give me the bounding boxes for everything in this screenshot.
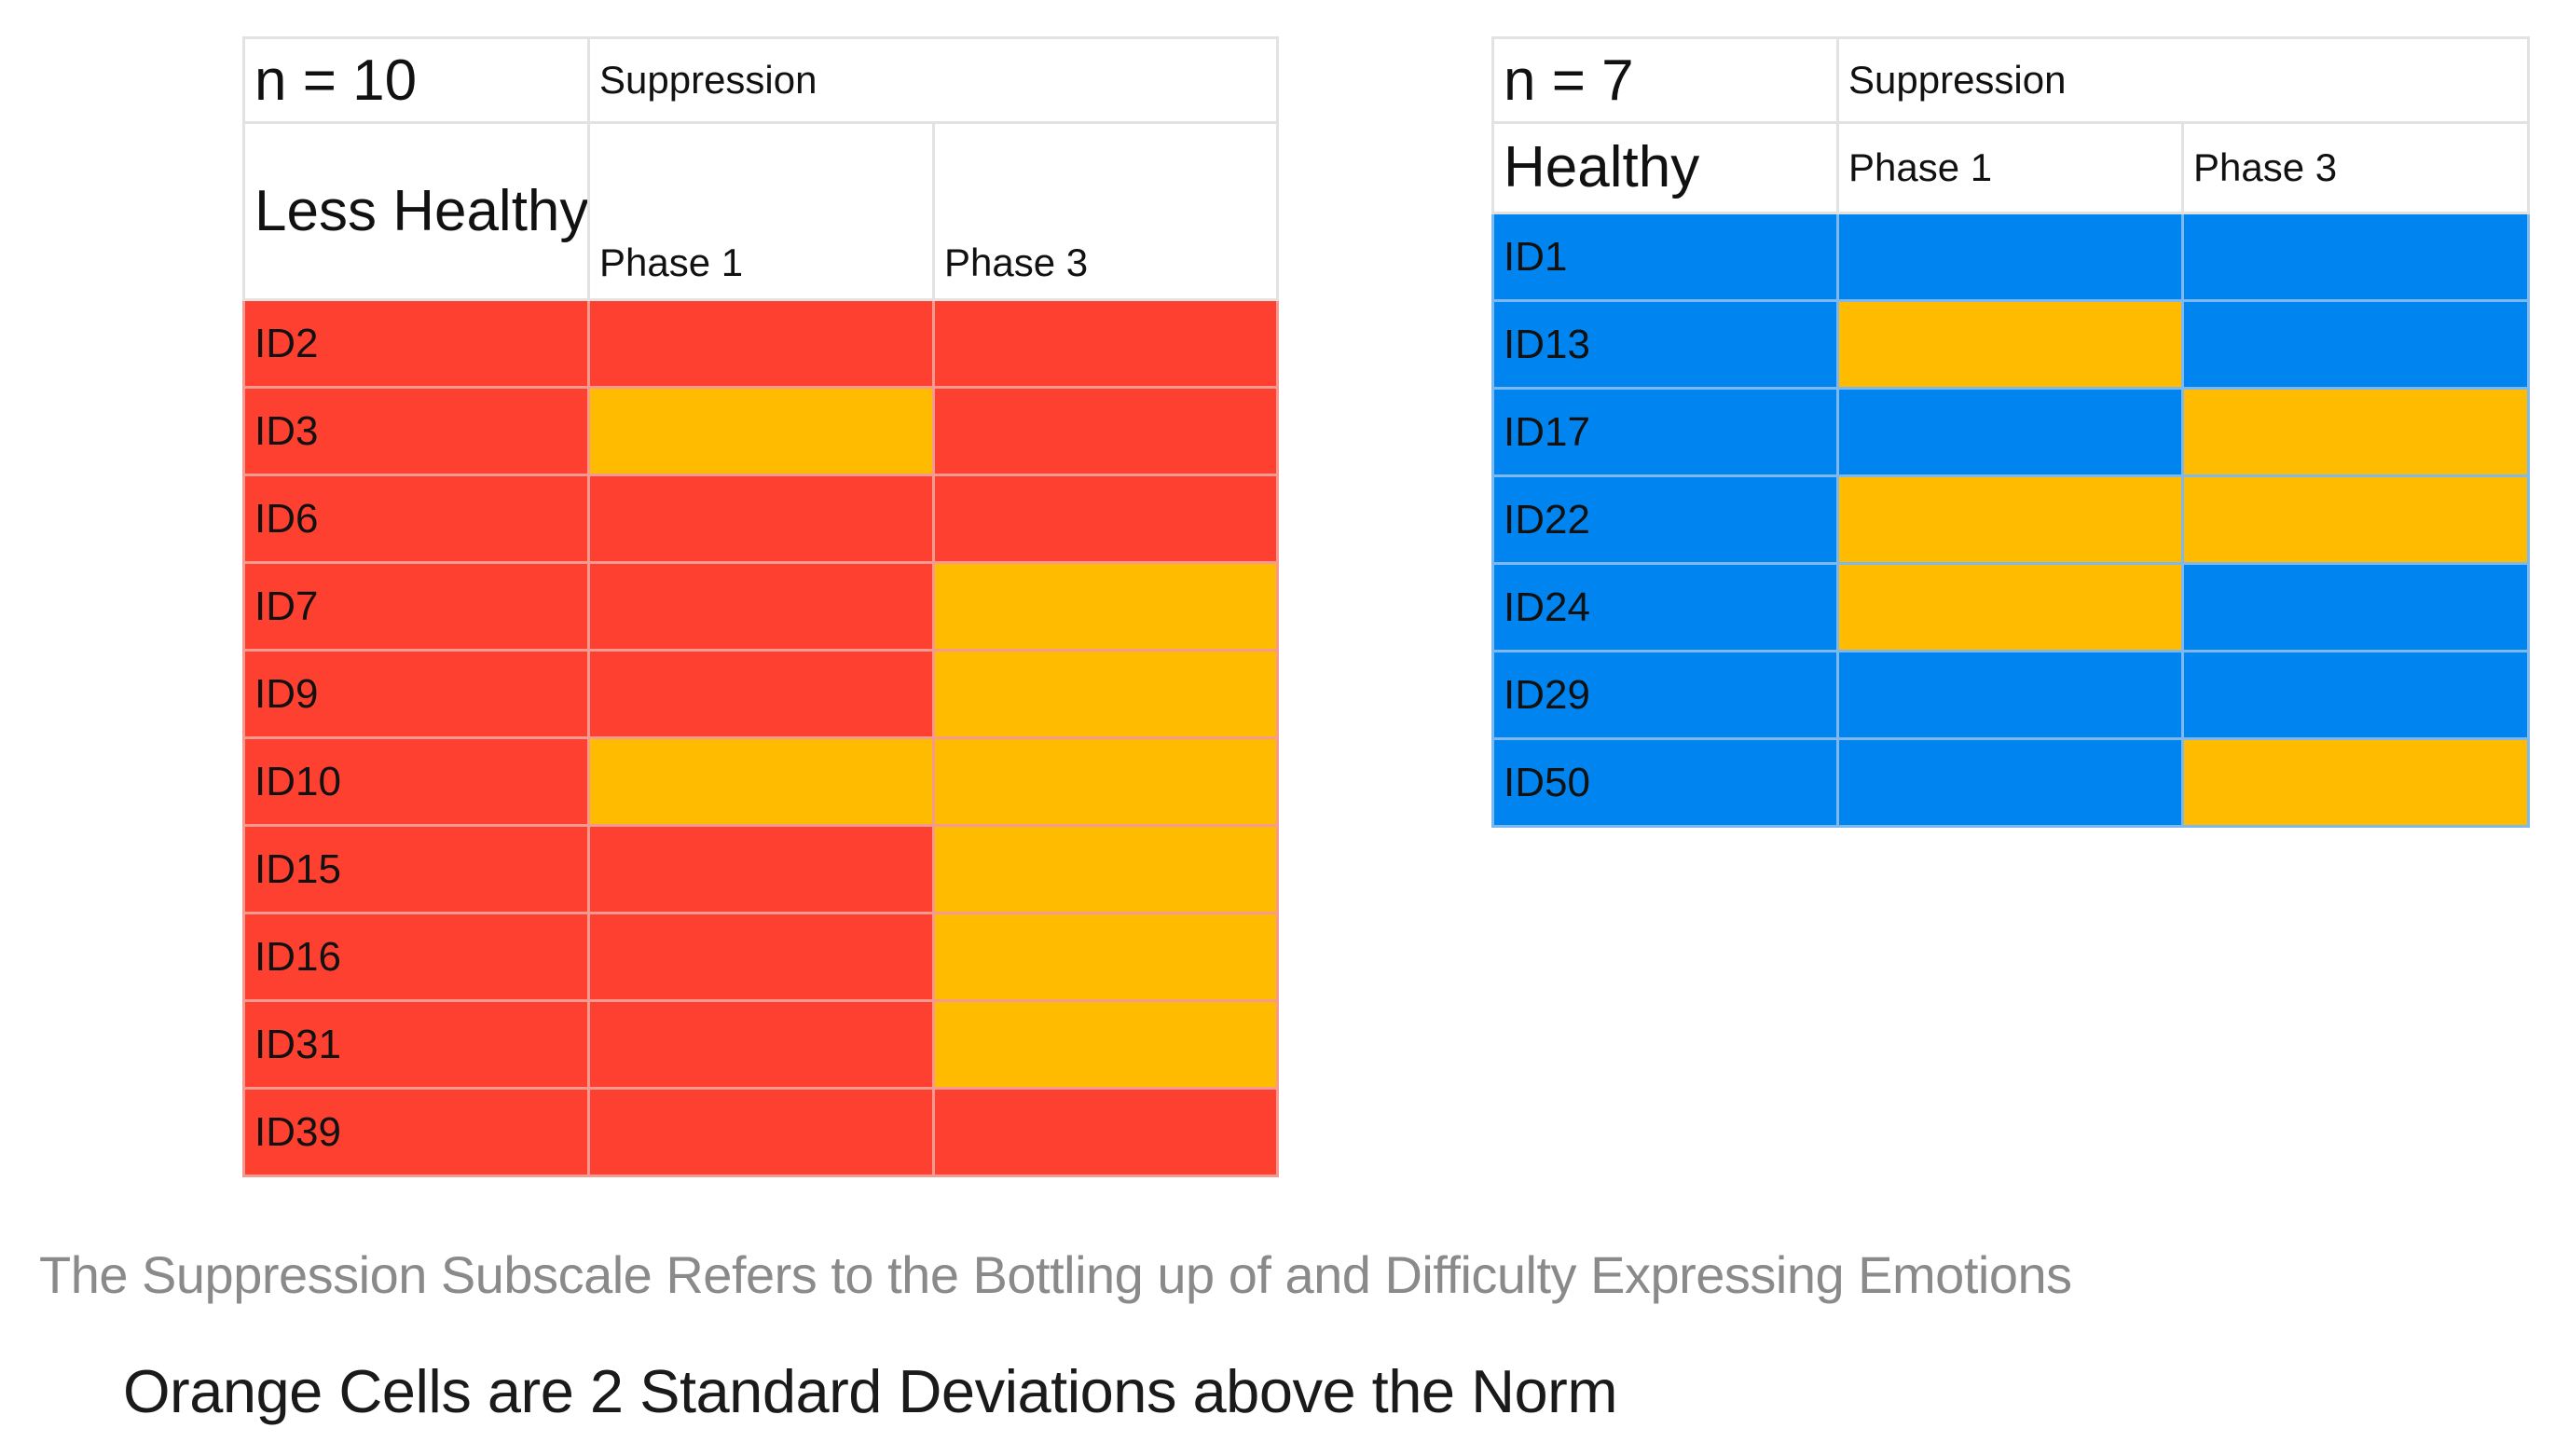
phase3-cell xyxy=(2180,299,2531,390)
phase1-header: Phase 1 xyxy=(587,121,935,301)
phase1-cell xyxy=(587,386,935,476)
participant-id: ID24 xyxy=(1491,562,1839,652)
table-row: ID2 xyxy=(242,298,1280,389)
phase3-cell xyxy=(2180,387,2531,477)
table-row: ID13 xyxy=(1491,299,2531,390)
table-row: ID3 xyxy=(242,386,1280,476)
participant-id: ID9 xyxy=(242,649,590,739)
phase3-cell xyxy=(2180,474,2531,565)
phase1-cell xyxy=(1836,212,2184,302)
phase3-cell xyxy=(931,386,1280,476)
participant-id: ID10 xyxy=(242,736,590,827)
phase1-cell xyxy=(587,824,935,914)
participant-id: ID29 xyxy=(1491,650,1839,740)
participant-id: ID50 xyxy=(1491,737,1839,828)
participant-id: ID1 xyxy=(1491,212,1839,302)
table-row: ID15 xyxy=(242,824,1280,914)
participant-id: ID22 xyxy=(1491,474,1839,565)
n-label: n = 10 xyxy=(242,36,590,124)
table-row: ID1 xyxy=(1491,212,2531,302)
table-row: ID16 xyxy=(242,912,1280,1002)
phase1-cell xyxy=(587,1087,935,1177)
participant-id: ID31 xyxy=(242,999,590,1090)
participant-id: ID7 xyxy=(242,561,590,652)
table-row: ID39 xyxy=(242,1087,1280,1177)
measure-header: Suppression xyxy=(1835,36,2531,124)
participant-id: ID39 xyxy=(242,1087,590,1177)
phase1-cell xyxy=(1836,299,2184,390)
phase3-cell xyxy=(931,649,1280,739)
phase3-cell xyxy=(931,474,1280,564)
participant-id: ID17 xyxy=(1491,387,1839,477)
phase3-cell xyxy=(931,912,1280,1002)
phase3-cell xyxy=(2180,562,2531,652)
participant-id: ID3 xyxy=(242,386,590,476)
phase3-cell xyxy=(931,1087,1280,1177)
participant-id: ID6 xyxy=(242,474,590,564)
table-row: ID17 xyxy=(1491,387,2531,477)
phase3-header: Phase 3 xyxy=(2180,121,2531,214)
table-row: ID10 xyxy=(242,736,1280,827)
phase3-cell xyxy=(931,298,1280,389)
phase3-cell xyxy=(931,999,1280,1090)
phase1-cell xyxy=(587,474,935,564)
phase3-cell xyxy=(931,561,1280,652)
phase1-cell xyxy=(1836,387,2184,477)
phase1-cell xyxy=(587,736,935,827)
legend-caption: Orange Cells are 2 Standard Deviations a… xyxy=(123,1357,1617,1425)
subscale-caption: The Suppression Subscale Refers to the B… xyxy=(39,1245,2072,1304)
group-header: Healthy xyxy=(1491,121,1839,214)
phase3-cell xyxy=(931,824,1280,914)
phase1-cell xyxy=(1836,474,2184,565)
measure-header: Suppression xyxy=(586,36,1280,124)
phase1-cell xyxy=(1836,737,2184,828)
table-row: ID22 xyxy=(1491,474,2531,565)
participant-id: ID13 xyxy=(1491,299,1839,390)
healthy-table: n = 7 Suppression Healthy Phase 1 Phase … xyxy=(1491,36,2531,828)
phase1-cell xyxy=(1836,562,2184,652)
table-row: ID31 xyxy=(242,999,1280,1090)
phase3-cell xyxy=(2180,650,2531,740)
table-row: ID50 xyxy=(1491,737,2531,828)
phase1-header: Phase 1 xyxy=(1836,121,2184,214)
phase3-cell xyxy=(2180,212,2531,302)
table-row: ID29 xyxy=(1491,650,2531,740)
phase1-cell xyxy=(1836,650,2184,740)
phase1-cell xyxy=(587,298,935,389)
phase3-cell xyxy=(931,736,1280,827)
table-row: ID9 xyxy=(242,649,1280,739)
phase3-header: Phase 3 xyxy=(931,121,1280,301)
less-healthy-table: n = 10 Suppression Less Healthy Phase 1 … xyxy=(242,36,1280,1177)
phase1-cell xyxy=(587,649,935,739)
phase1-cell xyxy=(587,912,935,1002)
phase1-cell xyxy=(587,561,935,652)
table-row: ID24 xyxy=(1491,562,2531,652)
participant-id: ID2 xyxy=(242,298,590,389)
participant-id: ID15 xyxy=(242,824,590,914)
phase1-cell xyxy=(587,999,935,1090)
group-header: Less Healthy xyxy=(242,121,590,301)
table-row: ID6 xyxy=(242,474,1280,564)
n-label: n = 7 xyxy=(1491,36,1839,124)
table-row: ID7 xyxy=(242,561,1280,652)
phase3-cell xyxy=(2180,737,2531,828)
participant-id: ID16 xyxy=(242,912,590,1002)
